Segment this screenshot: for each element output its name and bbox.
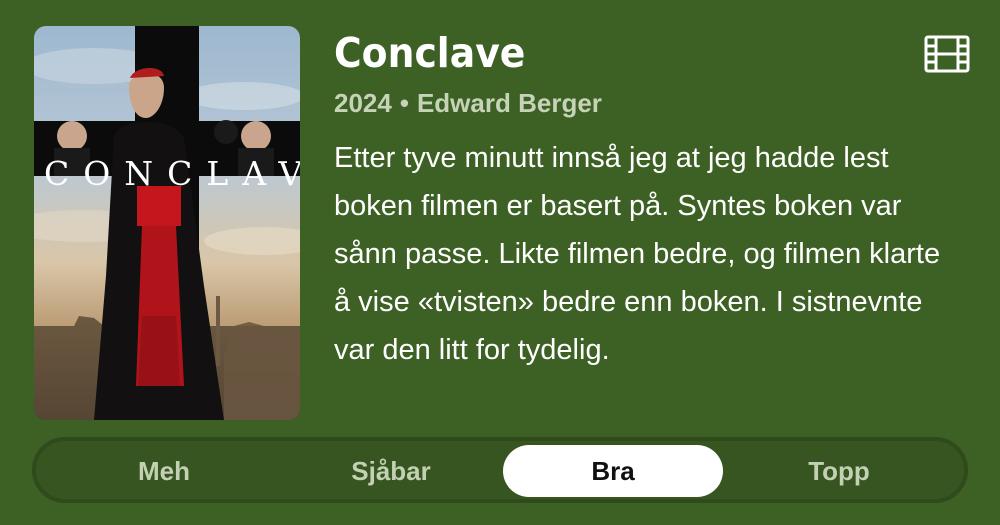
meta-separator: • [399,88,409,118]
film-icon [924,34,970,74]
rating-option-meh[interactable]: Meh [54,445,274,497]
rating-option-topp[interactable]: Topp [729,445,949,497]
movie-card: CONCLAVE Conclave 2024 • Edward Berger E… [0,0,1000,525]
rating-option-bra[interactable]: Bra [503,445,723,497]
review-text: Etter tyve minutt innså jeg at jeg hadde… [334,142,941,366]
movie-meta: 2024 • Edward Berger [334,86,602,120]
poster-artwork [34,26,300,420]
rating-segmented-control: Meh Sjåbar Bra Topp [32,437,968,503]
movie-poster: CONCLAVE [34,26,300,420]
movie-title: Conclave [334,29,526,77]
movie-director: Edward Berger [416,88,602,118]
rating-option-sjabar[interactable]: Sjåbar [281,445,501,497]
poster-title-text: CONCLAVE [44,154,300,193]
movie-year: 2024 [334,88,392,118]
